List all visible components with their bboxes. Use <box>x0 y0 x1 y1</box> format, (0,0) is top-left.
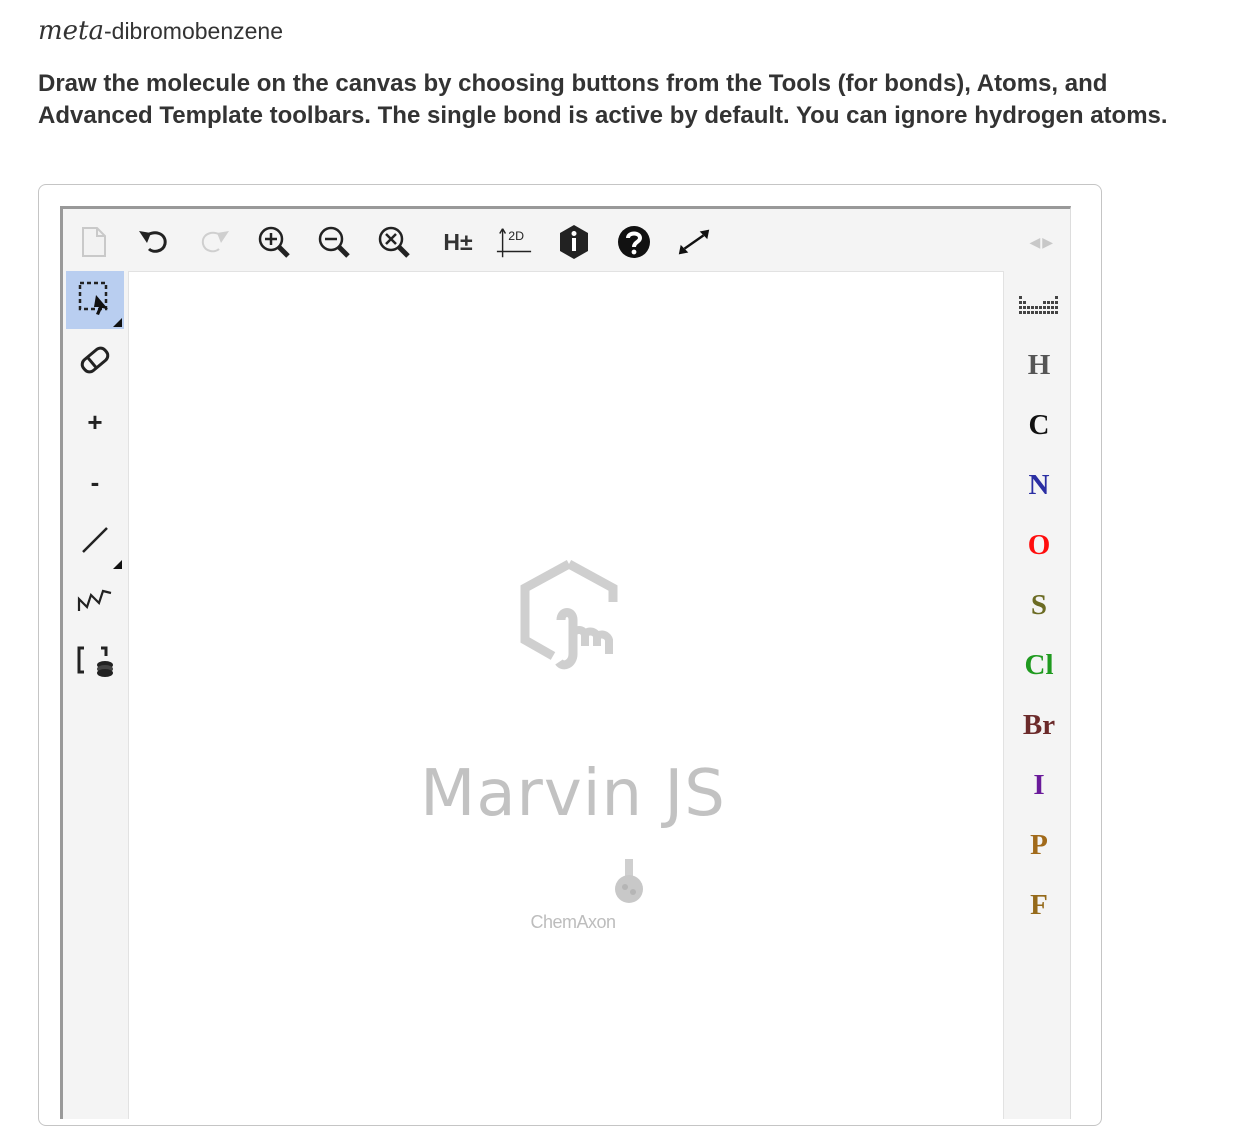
clean-2d-label: 2D <box>508 229 524 243</box>
atom-button-n[interactable]: N <box>1008 456 1070 514</box>
new-document-icon[interactable] <box>75 223 113 261</box>
single-bond-icon <box>79 524 111 561</box>
selection-icon <box>76 279 114 322</box>
chain-tool-button[interactable] <box>66 573 124 631</box>
single-bond-tool-button[interactable] <box>66 513 124 571</box>
toolbar-scroll-arrows[interactable]: ◀▶ <box>1029 234 1055 251</box>
atom-symbol: Br <box>1022 708 1056 741</box>
undo-icon[interactable] <box>135 223 173 261</box>
atom-symbol: C <box>1028 408 1050 441</box>
selection-submenu-indicator <box>113 318 122 327</box>
atom-symbol: O <box>1027 528 1051 561</box>
atom-button-p[interactable]: P <box>1008 816 1070 874</box>
atom-symbol: H <box>1027 348 1051 381</box>
atom-symbol: S <box>1030 588 1048 621</box>
zoom-out-icon[interactable] <box>315 223 353 261</box>
fullscreen-icon[interactable] <box>675 223 713 261</box>
clean-2d-icon[interactable]: 2D <box>495 223 533 261</box>
periodic-table-icon[interactable] <box>1008 279 1070 337</box>
marvin-js-wordmark: Marvin JS <box>420 757 726 831</box>
selection-tool-button[interactable] <box>66 271 124 329</box>
atom-button-o[interactable]: O <box>1008 516 1070 574</box>
atoms-toolbar: H C N O S Cl Br I P F <box>1008 271 1070 1119</box>
chain-icon <box>77 585 113 620</box>
eraser-icon <box>78 343 112 382</box>
zoom-reset-icon[interactable] <box>375 223 413 261</box>
atom-symbol: F <box>1030 888 1048 921</box>
bracket-icon <box>75 642 115 683</box>
atom-button-cl[interactable]: Cl <box>1008 636 1070 694</box>
instructions-text: Draw the molecule on the canvas by choos… <box>38 70 1168 129</box>
bracket-tool-button[interactable] <box>66 633 124 691</box>
page-title: meta-dibromobenzene <box>38 16 283 46</box>
atom-symbol: P <box>1030 828 1048 861</box>
title-rest: -dibromobenzene <box>104 18 284 44</box>
chemaxon-wordmark: ChemAxon <box>530 912 616 932</box>
atom-button-f[interactable]: F <box>1008 876 1070 934</box>
atom-symbol: I <box>1033 768 1045 801</box>
help-icon[interactable] <box>615 223 653 261</box>
redo-icon[interactable] <box>195 223 233 261</box>
marvin-logo-icon <box>509 558 629 683</box>
info-icon[interactable] <box>555 223 593 261</box>
top-toolbar: H± 2D ◀▶ <box>63 209 1070 271</box>
hydrogen-toggle-icon[interactable]: H± <box>435 223 481 261</box>
atom-button-br[interactable]: Br <box>1008 696 1070 754</box>
marvin-editor: H± 2D ◀▶ + - Marvin JS ChemAxon H C N O … <box>60 206 1071 1119</box>
drawing-canvas[interactable]: Marvin JS ChemAxon <box>128 271 1004 1119</box>
atom-button-h[interactable]: H <box>1008 336 1070 394</box>
atom-button-c[interactable]: C <box>1008 396 1070 454</box>
atom-symbol: Cl <box>1024 648 1054 681</box>
atom-button-i[interactable]: I <box>1008 756 1070 814</box>
eraser-tool-button[interactable] <box>66 333 124 391</box>
title-italic-prefix: meta <box>38 16 104 46</box>
atom-symbol: N <box>1028 468 1050 501</box>
decrease-charge-icon[interactable]: - <box>66 453 124 511</box>
chemaxon-flask-icon <box>614 857 644 912</box>
bond-submenu-indicator <box>113 560 122 569</box>
tools-toolbar: + - <box>63 271 125 1119</box>
atom-button-s[interactable]: S <box>1008 576 1070 634</box>
increase-charge-icon[interactable]: + <box>66 393 124 451</box>
zoom-in-icon[interactable] <box>255 223 293 261</box>
